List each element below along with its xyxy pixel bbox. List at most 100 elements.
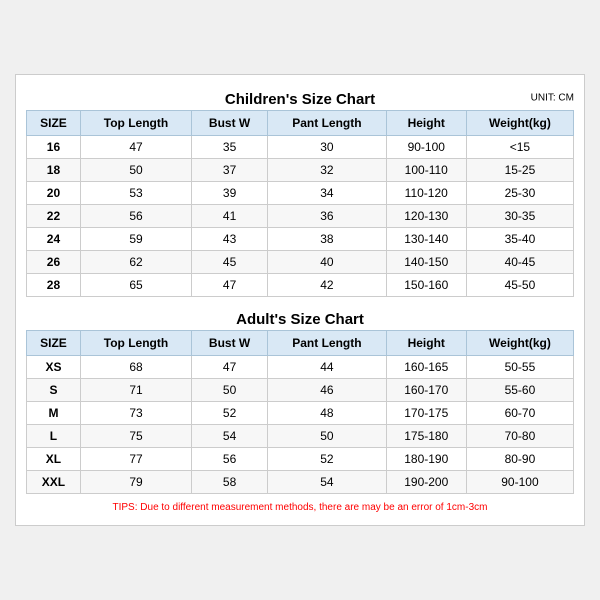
table-cell: 80-90 [466, 448, 573, 471]
table-cell: S [27, 379, 81, 402]
children-title-text: Children's Size Chart [225, 91, 375, 108]
table-row: XS684744160-16550-55 [27, 356, 574, 379]
col-height-adults: Height [386, 331, 466, 356]
table-row: L755450175-18070-80 [27, 425, 574, 448]
table-cell: 75 [80, 425, 191, 448]
table-cell: 22 [27, 205, 81, 228]
table-cell: 100-110 [386, 159, 466, 182]
table-cell: 26 [27, 251, 81, 274]
table-cell: 50 [268, 425, 386, 448]
table-cell: 90-100 [386, 136, 466, 159]
table-cell: 73 [80, 402, 191, 425]
table-cell: 50-55 [466, 356, 573, 379]
table-cell: 110-120 [386, 182, 466, 205]
table-cell: 190-200 [386, 471, 466, 494]
children-unit-label: UNIT: CM [531, 92, 574, 103]
table-cell: 53 [80, 182, 191, 205]
table-cell: 175-180 [386, 425, 466, 448]
table-cell: 130-140 [386, 228, 466, 251]
table-cell: 45-50 [466, 274, 573, 297]
table-cell: 77 [80, 448, 191, 471]
col-size-adults: SIZE [27, 331, 81, 356]
adults-header-row: SIZE Top Length Bust W Pant Length Heigh… [27, 331, 574, 356]
table-cell: 60-70 [466, 402, 573, 425]
table-cell: 180-190 [386, 448, 466, 471]
table-cell: 56 [192, 448, 268, 471]
table-cell: 46 [268, 379, 386, 402]
table-cell: 52 [192, 402, 268, 425]
table-cell: 68 [80, 356, 191, 379]
col-weight-adults: Weight(kg) [466, 331, 573, 356]
children-section-title: Children's Size Chart UNIT: CM [26, 85, 574, 110]
table-row: 26624540140-15040-45 [27, 251, 574, 274]
col-bust-w-adults: Bust W [192, 331, 268, 356]
table-row: S715046160-17055-60 [27, 379, 574, 402]
children-table-header: SIZE Top Length Bust W Pant Length Heigh… [27, 111, 574, 136]
table-cell: 170-175 [386, 402, 466, 425]
tips-text: TIPS: Due to different measurement metho… [26, 500, 574, 515]
table-cell: 40 [268, 251, 386, 274]
table-cell: 30-35 [466, 205, 573, 228]
table-cell: 16 [27, 136, 81, 159]
table-cell: 30 [268, 136, 386, 159]
table-cell: 62 [80, 251, 191, 274]
col-height-children: Height [386, 111, 466, 136]
table-cell: 71 [80, 379, 191, 402]
table-cell: 52 [268, 448, 386, 471]
table-cell: 18 [27, 159, 81, 182]
children-size-table: SIZE Top Length Bust W Pant Length Heigh… [26, 110, 574, 297]
table-cell: XS [27, 356, 81, 379]
adults-section-title: Adult's Size Chart [26, 305, 574, 330]
table-cell: 56 [80, 205, 191, 228]
table-cell: 120-130 [386, 205, 466, 228]
adults-size-table: SIZE Top Length Bust W Pant Length Heigh… [26, 330, 574, 494]
table-cell: 35-40 [466, 228, 573, 251]
table-cell: <15 [466, 136, 573, 159]
table-cell: 44 [268, 356, 386, 379]
table-cell: 35 [192, 136, 268, 159]
chart-container: Children's Size Chart UNIT: CM SIZE Top … [15, 74, 585, 526]
table-cell: 39 [192, 182, 268, 205]
table-cell: 140-150 [386, 251, 466, 274]
table-cell: 20 [27, 182, 81, 205]
table-cell: 160-165 [386, 356, 466, 379]
table-cell: 28 [27, 274, 81, 297]
table-cell: 70-80 [466, 425, 573, 448]
table-cell: 90-100 [466, 471, 573, 494]
table-row: 18503732100-11015-25 [27, 159, 574, 182]
table-cell: 47 [80, 136, 191, 159]
table-cell: 45 [192, 251, 268, 274]
table-cell: 47 [192, 274, 268, 297]
table-cell: M [27, 402, 81, 425]
children-table-body: 1647353090-100<1518503732100-11015-25205… [27, 136, 574, 297]
table-cell: 150-160 [386, 274, 466, 297]
children-header-row: SIZE Top Length Bust W Pant Length Heigh… [27, 111, 574, 136]
col-top-length-adults: Top Length [80, 331, 191, 356]
col-top-length-children: Top Length [80, 111, 191, 136]
col-weight-children: Weight(kg) [466, 111, 573, 136]
table-cell: 36 [268, 205, 386, 228]
col-size-children: SIZE [27, 111, 81, 136]
table-cell: 38 [268, 228, 386, 251]
table-cell: 55-60 [466, 379, 573, 402]
table-cell: 47 [192, 356, 268, 379]
table-cell: 40-45 [466, 251, 573, 274]
table-cell: 43 [192, 228, 268, 251]
table-row: XL775652180-19080-90 [27, 448, 574, 471]
table-cell: 50 [192, 379, 268, 402]
table-cell: 15-25 [466, 159, 573, 182]
table-cell: 58 [192, 471, 268, 494]
table-cell: 41 [192, 205, 268, 228]
col-bust-w-children: Bust W [192, 111, 268, 136]
table-cell: L [27, 425, 81, 448]
table-cell: 32 [268, 159, 386, 182]
table-cell: 42 [268, 274, 386, 297]
table-cell: 54 [268, 471, 386, 494]
table-row: 20533934110-12025-30 [27, 182, 574, 205]
table-cell: 160-170 [386, 379, 466, 402]
table-cell: XL [27, 448, 81, 471]
table-cell: 79 [80, 471, 191, 494]
adults-table-header: SIZE Top Length Bust W Pant Length Heigh… [27, 331, 574, 356]
table-row: 1647353090-100<15 [27, 136, 574, 159]
table-row: 28654742150-16045-50 [27, 274, 574, 297]
